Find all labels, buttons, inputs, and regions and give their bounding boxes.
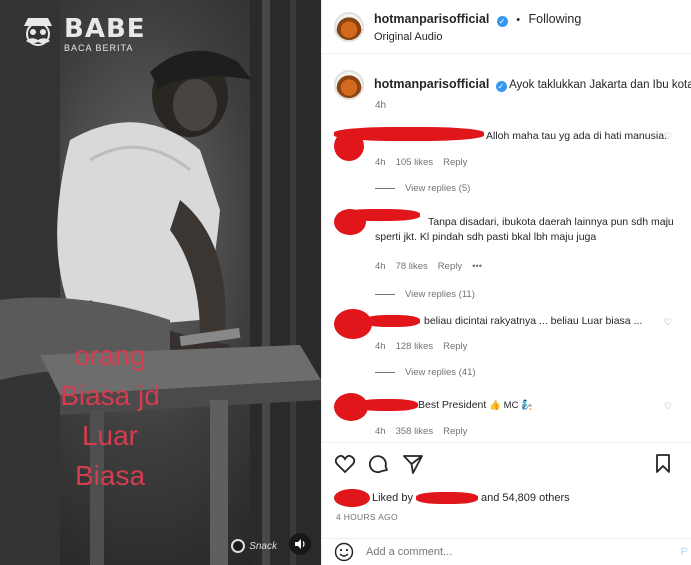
liked-by-label: Liked by — [372, 492, 413, 504]
comment-likes[interactable]: 78 likes — [396, 261, 428, 272]
comment-emoji: 👍 MC 🧞 — [489, 400, 533, 411]
others-count[interactable]: and 54,809 others — [481, 492, 570, 504]
redacted-username — [364, 315, 420, 327]
post-panel: hotmanparisofficial ✓ • Following Origin… — [321, 0, 691, 565]
watermark-text: Snack — [249, 540, 277, 552]
verified-badge-icon: ✓ — [495, 81, 507, 92]
audio-toggle-button[interactable] — [289, 533, 311, 555]
replies-divider — [375, 294, 395, 295]
avatar[interactable] — [334, 70, 364, 100]
view-replies-button[interactable]: View replies (41) — [405, 367, 476, 378]
comment-time: 4h — [375, 426, 386, 437]
redacted-username — [415, 492, 478, 504]
reply-button[interactable]: Reply — [443, 341, 467, 352]
caption-username[interactable]: hotmanparisofficial — [374, 77, 489, 91]
comment-text: beliau dicintai rakyatnya ... beliau Lua… — [424, 315, 643, 327]
reply-button[interactable]: Reply — [443, 426, 467, 437]
comment-time: 4h — [375, 157, 386, 168]
comments-list[interactable]: hotmanparisofficial ✓ Ayok taklukkan Jak… — [322, 55, 691, 441]
babe-logo: BABE BACA BERITA — [18, 14, 146, 54]
heart-icon[interactable]: ♡ — [664, 401, 672, 412]
post-comment-button[interactable]: P — [681, 546, 688, 558]
comment-text-body: Best President — [418, 399, 487, 411]
share-button[interactable] — [402, 453, 424, 475]
heart-icon — [335, 455, 355, 473]
comment-time: 4h — [375, 261, 386, 272]
view-replies-button[interactable]: View replies (5) — [405, 183, 470, 194]
heart-icon[interactable]: ♡ — [664, 217, 672, 228]
bookmark-icon — [656, 454, 670, 473]
caption-timestamp: 4h — [375, 100, 387, 111]
more-options-icon[interactable]: ••• — [472, 261, 482, 272]
snack-logo-icon — [231, 539, 246, 553]
comment-text: Alloh maha tau yg ada di hati manusia. — [486, 130, 667, 142]
speaker-icon — [295, 539, 305, 549]
add-comment-input[interactable] — [366, 546, 606, 558]
heart-icon[interactable]: ♡ — [664, 131, 672, 142]
comment-button[interactable] — [368, 453, 390, 475]
reply-button[interactable]: Reply — [438, 261, 462, 272]
redacted-username — [356, 399, 418, 411]
caption-line: Biasa — [74, 460, 146, 491]
mustache-face-icon — [24, 18, 52, 46]
comment-text: Best President 👍 MC 🧞 — [418, 398, 533, 413]
emoji-icon[interactable] — [334, 542, 354, 562]
paper-plane-icon — [403, 455, 423, 474]
caption-line: Luar — [81, 420, 139, 451]
verified-badge-icon: ✓ — [496, 16, 508, 27]
caption-line: orang — [74, 340, 146, 371]
audio-label[interactable]: Original Audio — [374, 31, 581, 43]
separator-dot: • — [516, 14, 521, 26]
replies-divider — [375, 372, 395, 373]
redacted-avatar — [334, 209, 366, 235]
logo-title: BABE — [64, 13, 146, 44]
likes-summary: Liked by and 54,809 others — [334, 489, 570, 507]
post-media[interactable]: BABE BACA BERITA orang Biasa jd Luar Bia… — [0, 0, 321, 565]
caption-text: Ayok taklukkan Jakarta dan Ibu kota baru — [509, 79, 691, 91]
post-caption: hotmanparisofficial ✓ Ayok taklukkan Jak… — [334, 70, 691, 100]
post-time-ago: 4 HOURS AGO — [336, 512, 398, 522]
caption-line: Biasa jd — [60, 380, 160, 411]
reply-button[interactable]: Reply — [443, 157, 467, 168]
comment-likes[interactable]: 105 likes — [396, 157, 434, 168]
comment-bubble-icon — [369, 455, 388, 474]
avatar[interactable] — [334, 11, 364, 42]
post-header: hotmanparisofficial ✓ • Following Origin… — [322, 0, 691, 54]
logo-subtitle: BACA BERITA — [64, 42, 134, 53]
snack-watermark: Snack — [231, 539, 277, 553]
comment-text: Tanpa disadari, ibukota daerah lainnya p… — [428, 216, 674, 228]
redacted-avatar — [334, 489, 370, 507]
like-button[interactable] — [334, 453, 356, 475]
view-replies-button[interactable]: View replies (11) — [405, 289, 475, 300]
comment-likes[interactable]: 128 likes — [396, 341, 434, 352]
replies-divider — [375, 188, 395, 189]
heart-icon[interactable]: ♡ — [664, 317, 672, 328]
comment-text: sperti jkt. Kl pindah sdh pasti bkal lbh… — [375, 231, 597, 243]
post-actions: Liked by and 54,809 others 4 HOURS AGO P — [322, 442, 691, 564]
save-button[interactable] — [652, 453, 674, 475]
video-caption: orang Biasa jd Luar Biasa — [30, 336, 190, 496]
comment-time: 4h — [375, 341, 386, 352]
header-username[interactable]: hotmanparisofficial — [374, 12, 489, 26]
redacted-avatar — [334, 131, 364, 161]
add-comment-bar: P — [322, 538, 691, 565]
following-button[interactable]: Following — [529, 12, 582, 26]
comment-likes[interactable]: 358 likes — [396, 426, 434, 437]
